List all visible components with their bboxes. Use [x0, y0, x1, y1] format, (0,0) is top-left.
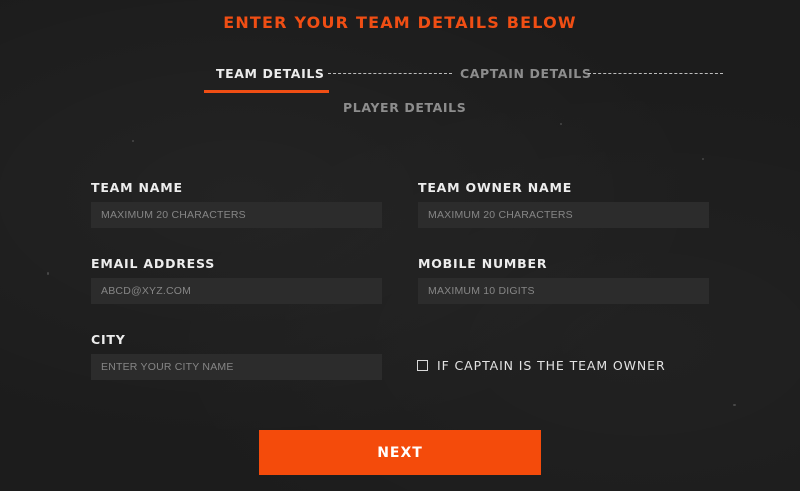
captain-owner-checkbox[interactable] [417, 360, 428, 371]
texture-speck [132, 140, 134, 142]
tab-player-details[interactable]: PLAYER DETAILS [343, 100, 466, 115]
step-indicator: TEAM DETAILS CAPTAIN DETAILS PLAYER DETA… [0, 60, 800, 120]
email-address-label: EMAIL ADDRESS [91, 256, 216, 271]
mobile-number-input[interactable] [418, 278, 709, 304]
step-connector [588, 73, 723, 74]
texture-speck [702, 158, 704, 160]
city-label: CITY [91, 332, 126, 347]
mobile-number-label: MOBILE NUMBER [418, 256, 548, 271]
active-step-underline [204, 90, 329, 93]
tab-captain-details[interactable]: CAPTAIN DETAILS [460, 66, 591, 81]
team-name-label: TEAM NAME [91, 180, 183, 195]
tab-team-details[interactable]: TEAM DETAILS [216, 66, 325, 81]
team-name-input[interactable] [91, 202, 382, 228]
next-button[interactable]: NEXT [259, 430, 541, 475]
email-field[interactable] [91, 278, 382, 304]
texture-speck [733, 404, 736, 406]
texture-speck [47, 272, 49, 275]
texture-speck [560, 123, 562, 125]
captain-owner-label[interactable]: IF CAPTAIN IS THE TEAM OWNER [437, 358, 666, 373]
team-owner-name-label: TEAM OWNER NAME [418, 180, 573, 195]
step-connector [328, 73, 452, 74]
captain-owner-option[interactable]: IF CAPTAIN IS THE TEAM OWNER [417, 358, 666, 373]
page-title: ENTER YOUR TEAM DETAILS BELOW [223, 13, 577, 32]
city-input[interactable] [91, 354, 382, 380]
team-owner-name-input[interactable] [418, 202, 709, 228]
